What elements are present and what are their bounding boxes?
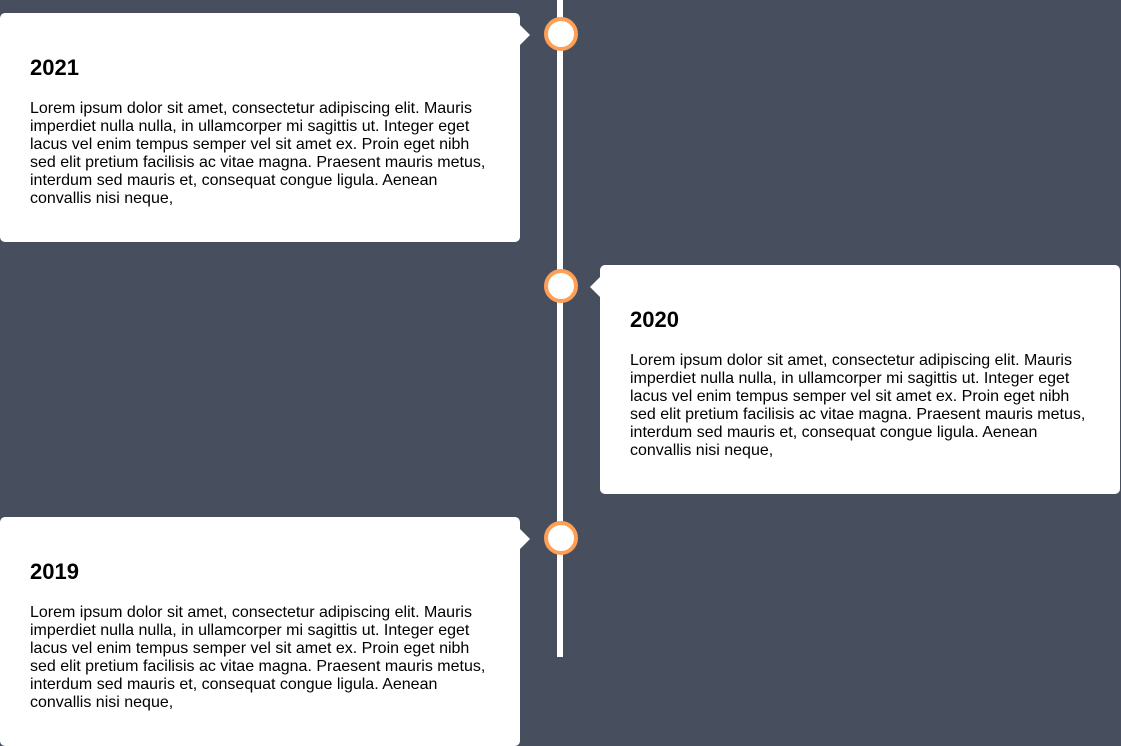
timeline-line bbox=[557, 0, 563, 657]
entry-year: 2020 bbox=[630, 307, 679, 332]
timeline-entry: 2019 Lorem ipsum dolor sit amet, consect… bbox=[0, 517, 530, 746]
timeline-entry: 2021 Lorem ipsum dolor sit amet, consect… bbox=[0, 13, 530, 243]
entry-text: Lorem ipsum dolor sit amet, consectetur … bbox=[30, 604, 486, 712]
entry-year: 2021 bbox=[30, 55, 79, 80]
entry-pointer bbox=[520, 529, 530, 549]
timeline-entry: 2020 Lorem ipsum dolor sit amet, consect… bbox=[590, 265, 1120, 495]
timeline-node-2020 bbox=[544, 269, 578, 303]
entry-pointer bbox=[590, 277, 600, 297]
timeline: 2021 Lorem ipsum dolor sit amet, consect… bbox=[0, 0, 1121, 746]
entry-text: Lorem ipsum dolor sit amet, consectetur … bbox=[30, 100, 486, 208]
timeline-node-2019 bbox=[544, 521, 578, 555]
entry-pointer bbox=[520, 25, 530, 45]
timeline-node-2021 bbox=[544, 17, 578, 51]
entry-text: Lorem ipsum dolor sit amet, consectetur … bbox=[630, 352, 1086, 460]
entry-year: 2019 bbox=[30, 559, 79, 584]
